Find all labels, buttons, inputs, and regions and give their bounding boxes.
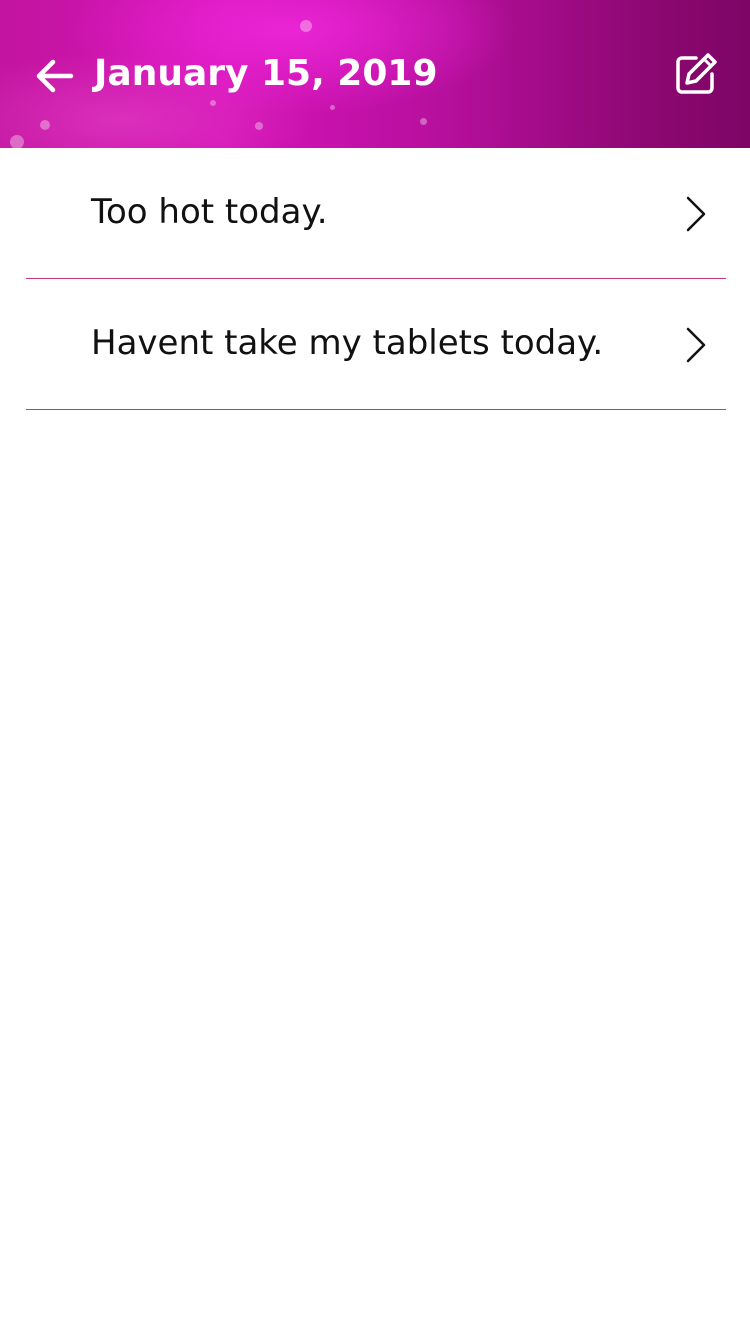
app-screen: January 15, 2019 Too hot today. Havent t… [0,0,750,1334]
diary-entry-list: Too hot today. Havent take my tablets to… [0,148,750,410]
entry-text: Havent take my tablets today. [91,323,604,363]
sparkle-decoration [420,118,427,125]
edit-note-icon [676,53,717,94]
chevron-right-icon [686,196,706,232]
header-bar: January 15, 2019 [0,0,750,148]
chevron-right-icon [686,327,706,363]
entry-text: Too hot today. [91,192,328,232]
sparkle-decoration [210,100,216,106]
sparkle-decoration [255,122,263,130]
arrow-left-icon [36,59,74,93]
sparkle-decoration [300,20,312,32]
sparkle-decoration [330,105,335,110]
edit-button[interactable] [668,46,724,102]
page-title: January 15, 2019 [94,53,438,94]
list-item[interactable]: Havent take my tablets today. [0,279,750,410]
list-item[interactable]: Too hot today. [0,148,750,279]
sparkle-decoration [10,135,24,148]
back-button[interactable] [30,52,78,100]
divider [26,409,726,410]
sparkle-decoration [40,120,50,130]
